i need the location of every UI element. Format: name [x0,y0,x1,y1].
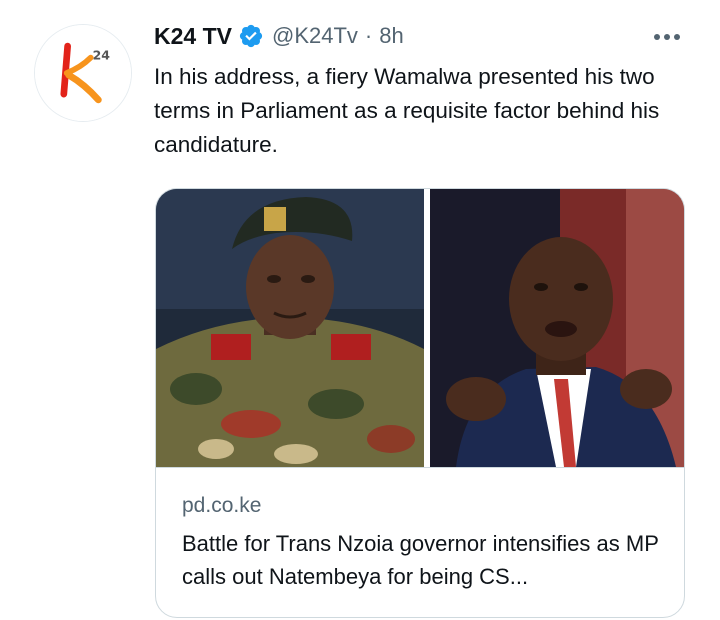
author-display-name[interactable]: K24 TV [154,23,232,50]
avatar[interactable]: 24 [34,24,132,122]
link-preview-card[interactable]: pd.co.ke Battle for Trans Nzoia governor… [155,188,685,618]
tweet[interactable]: 24 K24 TV @K24Tv · 8h In his address, a … [0,0,720,620]
card-image[interactable] [156,189,684,467]
tweet-header: K24 TV @K24Tv · 8h [154,18,404,54]
tweet-timestamp[interactable]: 8h [379,23,403,49]
avatar-logo-text: 24 [93,48,111,63]
more-options-icon[interactable] [646,22,688,52]
k24-logo-icon: 24 [35,25,131,121]
author-handle[interactable]: @K24Tv [272,23,358,49]
card-divider [156,467,684,468]
tweet-text: In his address, a fiery Wamalwa presente… [154,64,660,157]
card-title: Battle for Trans Nzoia governor intensif… [182,531,659,589]
separator-dot: · [364,23,373,48]
verified-badge-icon [238,23,264,49]
card-domain: pd.co.ke [182,494,262,517]
